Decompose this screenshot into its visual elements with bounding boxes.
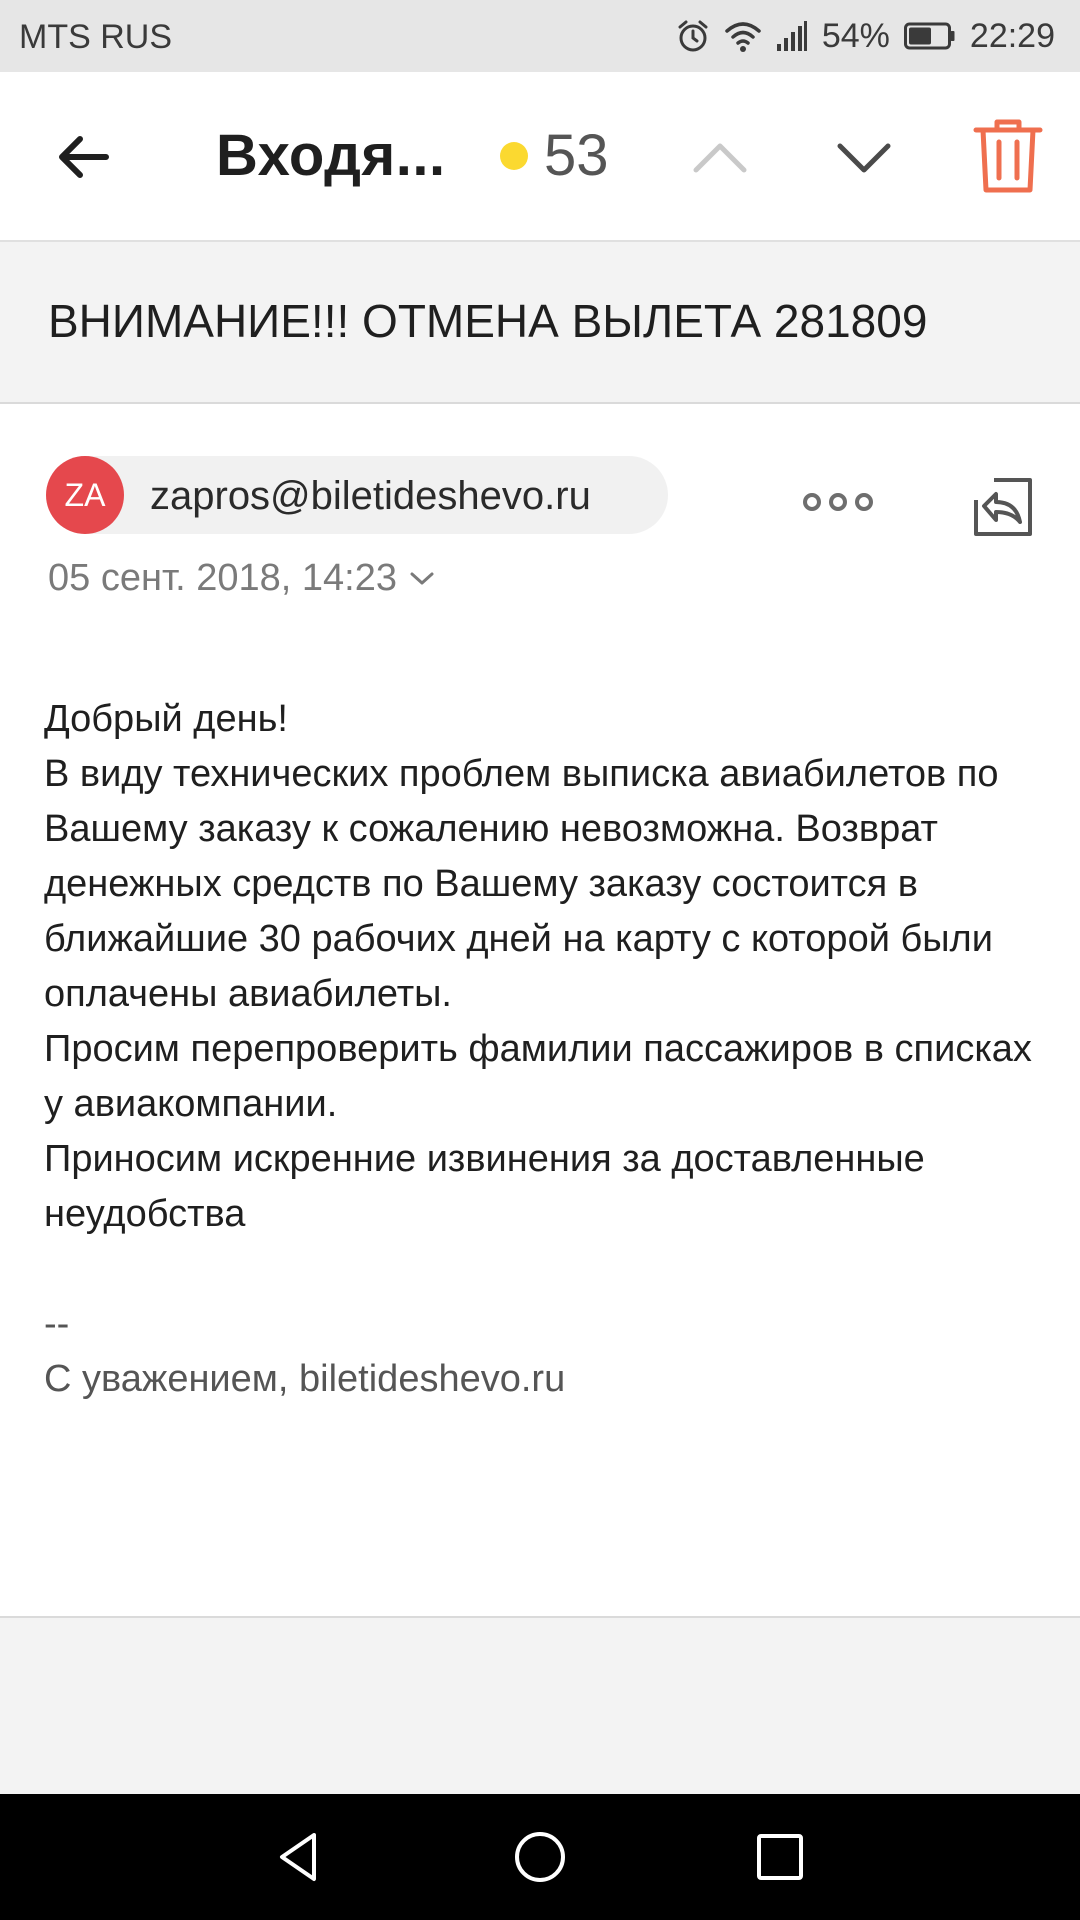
toolbar: Входя... 53 bbox=[0, 72, 1080, 242]
signature: С уважением, biletideshevo.ru bbox=[44, 1358, 566, 1400]
unread-indicator: 53 bbox=[500, 124, 609, 188]
alarm-icon bbox=[678, 20, 708, 52]
status-bar: MTS RUS 54% 22:29 bbox=[0, 0, 1080, 72]
body-paragraph: В виду технических проблем выписка авиаб… bbox=[44, 753, 999, 1015]
body-paragraph: Приносим искренние извинения за доставле… bbox=[44, 1138, 925, 1235]
date-row[interactable]: 05 сент. 2018, 14:23 bbox=[48, 556, 435, 600]
wifi-icon bbox=[725, 22, 761, 52]
message-body: Добрый день! В виду технических проблем … bbox=[44, 692, 1044, 1407]
clock: 22:29 bbox=[969, 16, 1055, 55]
nav-back-icon[interactable] bbox=[270, 1827, 330, 1887]
navigation-bar bbox=[0, 1794, 1080, 1920]
body-paragraph: Просим перепроверить фамилии пассажиров … bbox=[44, 1028, 1032, 1125]
signal-icon bbox=[776, 21, 807, 51]
unread-count: 53 bbox=[544, 123, 609, 188]
status-icons: 54% 22:29 bbox=[676, 12, 1055, 60]
sender-chip[interactable]: ZA zapros@biletideshevo.ru bbox=[46, 456, 668, 534]
avatar: ZA bbox=[46, 456, 124, 534]
chevron-down-icon bbox=[410, 572, 434, 585]
message-date: 05 сент. 2018, 14:23 bbox=[48, 557, 397, 599]
unread-dot-icon bbox=[500, 142, 528, 170]
battery-percent: 54% bbox=[821, 16, 890, 55]
back-arrow-icon[interactable] bbox=[50, 122, 120, 192]
sender-email: zapros@biletideshevo.ru bbox=[150, 474, 591, 518]
more-options-icon[interactable] bbox=[800, 484, 876, 520]
message-footer bbox=[0, 1616, 1080, 1796]
body-greeting: Добрый день! bbox=[44, 698, 288, 740]
message-subject: ВНИМАНИЕ!!! ОТМЕНА ВЫЛЕТА 281809 bbox=[48, 295, 928, 347]
folder-title: Входя... bbox=[216, 123, 446, 188]
chevron-up-icon[interactable] bbox=[688, 126, 752, 190]
carrier-name: MTS RUS bbox=[19, 18, 172, 56]
subject-bar: ВНИМАНИЕ!!! ОТМЕНА ВЫЛЕТА 281809 bbox=[0, 242, 1080, 404]
reply-icon[interactable] bbox=[966, 470, 1036, 540]
chevron-down-icon[interactable] bbox=[832, 126, 896, 190]
nav-home-icon[interactable] bbox=[510, 1827, 570, 1887]
nav-recents-icon[interactable] bbox=[750, 1827, 810, 1887]
battery-icon bbox=[903, 22, 955, 50]
signature-separator: -- bbox=[44, 1303, 70, 1345]
trash-icon[interactable] bbox=[972, 116, 1044, 196]
